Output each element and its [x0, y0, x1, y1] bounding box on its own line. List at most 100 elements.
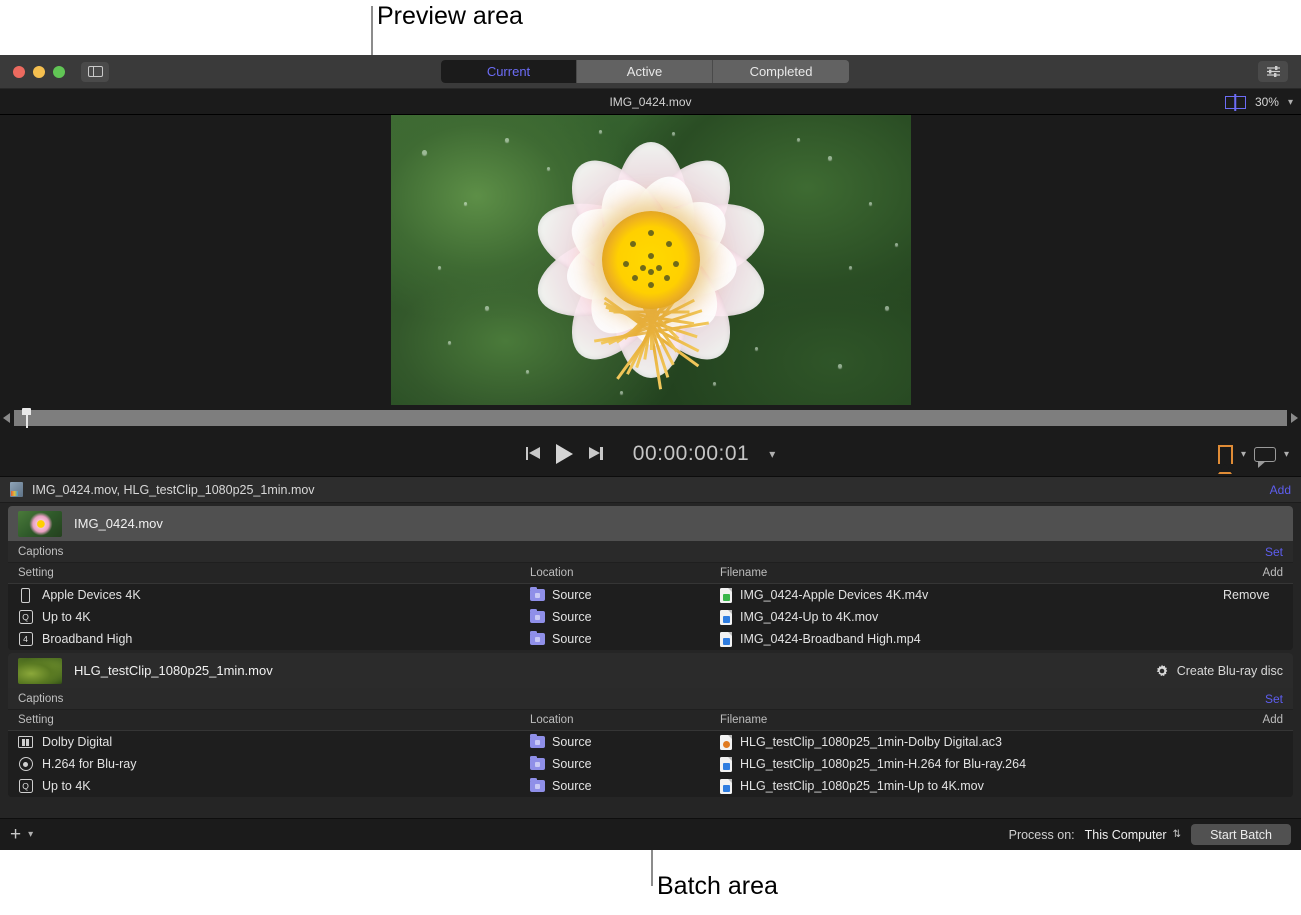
tab-current[interactable]: Current: [441, 60, 577, 83]
table-row[interactable]: Apple Devices 4K Source IMG_0424-Apple D…: [8, 584, 1293, 606]
skip-to-end-icon: [587, 446, 603, 461]
create-bluray-label: Create Blu-ray disc: [1177, 664, 1283, 678]
column-header-location: Location: [530, 714, 720, 726]
inspector-toggle-button[interactable]: [1258, 61, 1288, 82]
chevron-down-icon[interactable]: ▾: [1288, 97, 1293, 108]
filename-value: IMG_0424-Broadband High.mp4: [740, 632, 921, 646]
scrubber-end-cap: [1287, 410, 1299, 426]
column-headers-1: Setting Location Filename Add: [8, 563, 1293, 584]
folder-icon: [530, 736, 545, 748]
start-batch-button[interactable]: Start Batch: [1191, 824, 1291, 845]
caption-chevron-down-icon[interactable]: ▾: [1284, 449, 1289, 460]
folder-icon: [530, 589, 545, 601]
h264-icon: 4: [18, 632, 33, 647]
job-thumbnail-2: [18, 658, 62, 684]
bottom-right-controls: Process on: This Computer ⇅ Start Batch: [1009, 824, 1291, 845]
table-row[interactable]: Q Up to 4K Source IMG_0424-Up to 4K.mov: [8, 606, 1293, 628]
batch-job-1: IMG_0424.mov Captions Set Setting Locati…: [8, 506, 1293, 650]
zoom-button[interactable]: [53, 66, 65, 78]
bottom-toolbar: + ▾ Process on: This Computer ⇅ Start Ba…: [0, 818, 1301, 850]
tab-completed[interactable]: Completed: [713, 60, 849, 83]
triangle-right-icon: [1291, 413, 1298, 423]
job-header-1[interactable]: IMG_0424.mov: [8, 506, 1293, 541]
video-preview-image: [391, 115, 911, 405]
close-button[interactable]: [13, 66, 25, 78]
process-on-value: This Computer: [1085, 828, 1167, 842]
playhead-handle[interactable]: [22, 408, 31, 428]
skip-to-start-button[interactable]: [526, 446, 542, 461]
minimize-button[interactable]: [33, 66, 45, 78]
job-header-2[interactable]: HLG_testClip_1080p25_1min.mov Create Blu…: [8, 653, 1293, 688]
scrubber-bar[interactable]: [0, 405, 1301, 431]
table-row[interactable]: Q Up to 4K Source HLG_testClip_1080p25_1…: [8, 775, 1293, 797]
window-titlebar: Current Active Completed: [0, 55, 1301, 89]
location-value: Source: [552, 757, 592, 771]
timecode-display[interactable]: 00:00:00:01: [633, 442, 749, 466]
quicktime-icon: Q: [18, 610, 33, 625]
location-value: Source: [552, 610, 592, 624]
plus-icon: +: [10, 825, 21, 844]
marker-chevron-down-icon[interactable]: ▾: [1241, 449, 1246, 460]
location-value: Source: [552, 735, 592, 749]
add-chevron-down-icon[interactable]: ▾: [28, 829, 33, 840]
skip-to-start-icon: [526, 446, 542, 461]
filename-value: IMG_0424-Up to 4K.mov: [740, 610, 878, 624]
captions-set-link-1[interactable]: Set: [1265, 545, 1283, 559]
job-thumbnail-1: [18, 511, 62, 537]
transport-right-controls: ▾ ▾: [1218, 431, 1289, 477]
setting-name: Broadband High: [42, 632, 132, 646]
tab-active[interactable]: Active: [577, 60, 713, 83]
marker-icon[interactable]: [1218, 445, 1233, 464]
sliders-icon: [1266, 65, 1281, 78]
process-on-label: Process on:: [1009, 828, 1075, 842]
setting-add-link-1[interactable]: Add: [1223, 567, 1283, 579]
preview-header-controls: 30% ▾: [1225, 89, 1293, 115]
create-bluray-disc-button[interactable]: Create Blu-ray disc: [1155, 664, 1283, 678]
disc-icon: [18, 757, 33, 772]
sidebar-icon: [88, 66, 103, 77]
add-file-button[interactable]: + ▾: [10, 825, 33, 844]
scrubber-track[interactable]: [14, 410, 1287, 426]
audio-file-icon: [720, 735, 732, 750]
location-value: Source: [552, 588, 592, 602]
job-name-1: IMG_0424.mov: [74, 516, 1283, 531]
batch-document-icon: [10, 482, 23, 497]
triangle-left-icon: [3, 413, 10, 423]
remove-link[interactable]: Remove: [1223, 588, 1283, 602]
preview-area: [0, 115, 1301, 405]
compressor-window: Current Active Completed IMG_0424.mov 30…: [0, 55, 1301, 850]
scrubber-start-cap: [2, 410, 14, 426]
column-header-setting: Setting: [18, 567, 530, 579]
process-on-dropdown[interactable]: This Computer ⇅: [1085, 828, 1181, 842]
setting-name: Apple Devices 4K: [42, 588, 141, 602]
filename-value: HLG_testClip_1080p25_1min-Dolby Digital.…: [740, 735, 1002, 749]
batch-add-link[interactable]: Add: [1270, 483, 1291, 497]
setting-name: Dolby Digital: [42, 735, 112, 749]
column-header-location: Location: [530, 567, 720, 579]
column-header-filename: Filename: [720, 714, 1223, 726]
column-header-filename: Filename: [720, 567, 1223, 579]
filename-value: HLG_testClip_1080p25_1min-H.264 for Blu-…: [740, 757, 1026, 771]
captions-row-2: Captions Set: [8, 688, 1293, 710]
table-row[interactable]: 4 Broadband High Source IMG_0424-Broadba…: [8, 628, 1293, 650]
gear-icon: [1155, 664, 1169, 678]
dolby-icon: [18, 735, 33, 750]
table-row[interactable]: Dolby Digital Source HLG_testClip_1080p2…: [8, 731, 1293, 753]
view-tabs: Current Active Completed: [441, 60, 849, 83]
preview-title: IMG_0424.mov: [609, 95, 691, 109]
timecode-chevron-down-icon[interactable]: ▾: [769, 447, 775, 461]
captions-set-link-2[interactable]: Set: [1265, 692, 1283, 706]
folder-icon: [530, 611, 545, 623]
caption-icon[interactable]: [1254, 447, 1276, 462]
column-header-setting: Setting: [18, 714, 530, 726]
setting-add-link-2[interactable]: Add: [1223, 714, 1283, 726]
location-value: Source: [552, 779, 592, 793]
zoom-level-value[interactable]: 30%: [1255, 95, 1279, 109]
skip-to-end-button[interactable]: [587, 446, 603, 461]
filename-value: IMG_0424-Apple Devices 4K.m4v: [740, 588, 928, 602]
table-row[interactable]: H.264 for Blu-ray Source HLG_testClip_10…: [8, 753, 1293, 775]
batch-title: IMG_0424.mov, HLG_testClip_1080p25_1min.…: [32, 483, 1270, 497]
sidebar-toggle-button[interactable]: [81, 62, 109, 82]
split-view-icon[interactable]: [1225, 96, 1246, 109]
play-button[interactable]: [556, 444, 573, 464]
